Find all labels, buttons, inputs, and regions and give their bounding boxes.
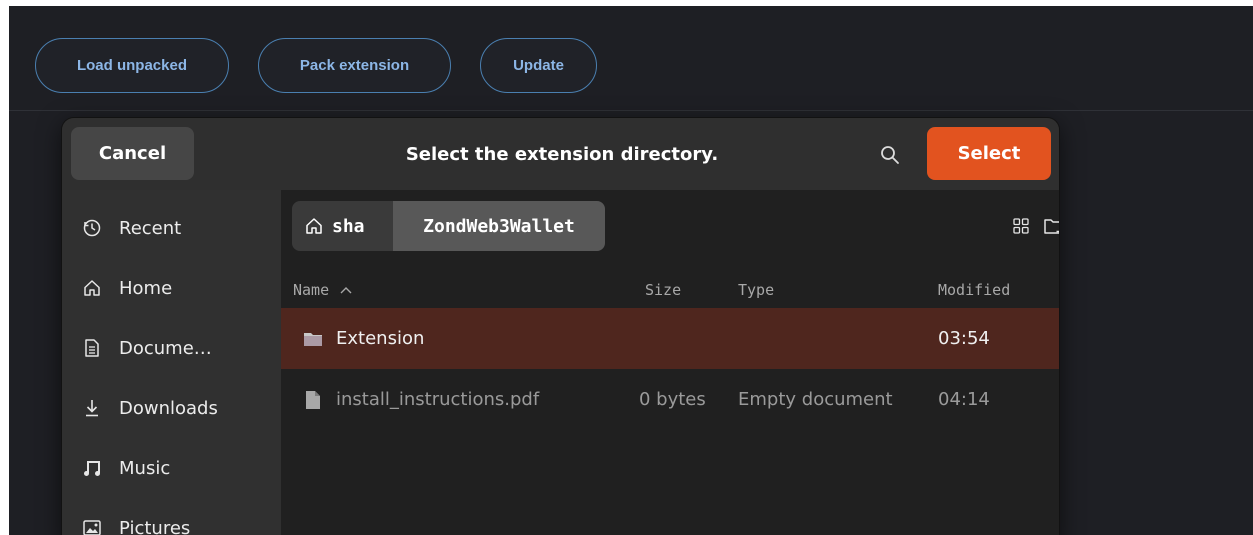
sort-ascending-icon: [340, 287, 352, 294]
sidebar-item-home[interactable]: Home: [62, 262, 281, 314]
home-icon: [306, 218, 322, 234]
download-icon: [81, 397, 103, 419]
folder-icon: [303, 308, 323, 369]
sidebar-item-documents[interactable]: Docume…: [62, 322, 281, 374]
file-name: install_instructions.pdf: [336, 389, 540, 410]
sidebar-item-recent[interactable]: Recent: [62, 202, 281, 254]
column-header-name[interactable]: Name: [293, 274, 353, 306]
sidebar-item-label: Home: [119, 277, 173, 299]
pack-extension-button[interactable]: Pack extension: [258, 38, 451, 93]
sidebar-item-music[interactable]: Music: [62, 442, 281, 494]
sidebar-item-label: Music: [119, 457, 171, 479]
file-row-extension[interactable]: Extension 03:54: [281, 308, 1059, 369]
grid-view-button[interactable]: [1006, 211, 1036, 241]
file-row-install-instructions[interactable]: install_instructions.pdf 0 bytes Empty d…: [281, 369, 1059, 430]
sidebar-item-pictures[interactable]: Pictures: [62, 502, 281, 535]
toolbar-divider: [9, 110, 1253, 111]
file-list-pane: sha ZondWeb3Wallet Name Size Type Modifi…: [281, 190, 1059, 535]
file-modified: 04:14: [938, 389, 990, 410]
update-button[interactable]: Update: [480, 38, 597, 93]
search-icon: [881, 146, 899, 164]
pathbar-current-folder[interactable]: ZondWeb3Wallet: [393, 201, 605, 251]
select-button[interactable]: Select: [927, 127, 1051, 180]
pathbar-home-label: sha: [332, 215, 365, 237]
picture-icon: [81, 517, 103, 535]
sidebar-item-label: Pictures: [119, 517, 191, 535]
path-bar: sha ZondWeb3Wallet: [292, 201, 605, 251]
dialog-headerbar: Cancel Select the extension directory. S…: [62, 118, 1059, 190]
grid-view-icon: [1013, 218, 1029, 234]
file-chooser-dialog: Cancel Select the extension directory. S…: [62, 118, 1059, 535]
search-button[interactable]: [870, 138, 910, 172]
clock-icon: [81, 217, 103, 239]
column-header-size[interactable]: Size: [645, 274, 681, 306]
column-header-modified[interactable]: Modified: [938, 274, 1010, 306]
dialog-title: Select the extension directory.: [405, 143, 719, 165]
file-modified: 03:54: [938, 328, 990, 349]
file-icon: [305, 369, 321, 430]
file-type: Empty document: [738, 389, 893, 410]
document-icon: [81, 337, 103, 359]
places-sidebar: Recent Home Docume… Downloads Music Pict…: [62, 190, 281, 535]
file-name: Extension: [336, 328, 425, 349]
sidebar-item-label: Recent: [119, 217, 182, 239]
new-folder-icon: [1044, 219, 1059, 234]
sidebar-item-label: Downloads: [119, 397, 218, 419]
load-unpacked-button[interactable]: Load unpacked: [35, 38, 229, 93]
home-icon: [81, 277, 103, 299]
cancel-button[interactable]: Cancel: [71, 127, 194, 180]
music-icon: [81, 457, 103, 479]
column-header-label: Name: [293, 281, 330, 299]
file-size: 0 bytes: [639, 389, 706, 410]
sidebar-item-downloads[interactable]: Downloads: [62, 382, 281, 434]
sidebar-item-label: Docume…: [119, 337, 212, 359]
new-folder-button[interactable]: [1039, 211, 1059, 241]
pathbar-home-button[interactable]: sha: [292, 201, 393, 251]
column-header-type[interactable]: Type: [738, 274, 774, 306]
